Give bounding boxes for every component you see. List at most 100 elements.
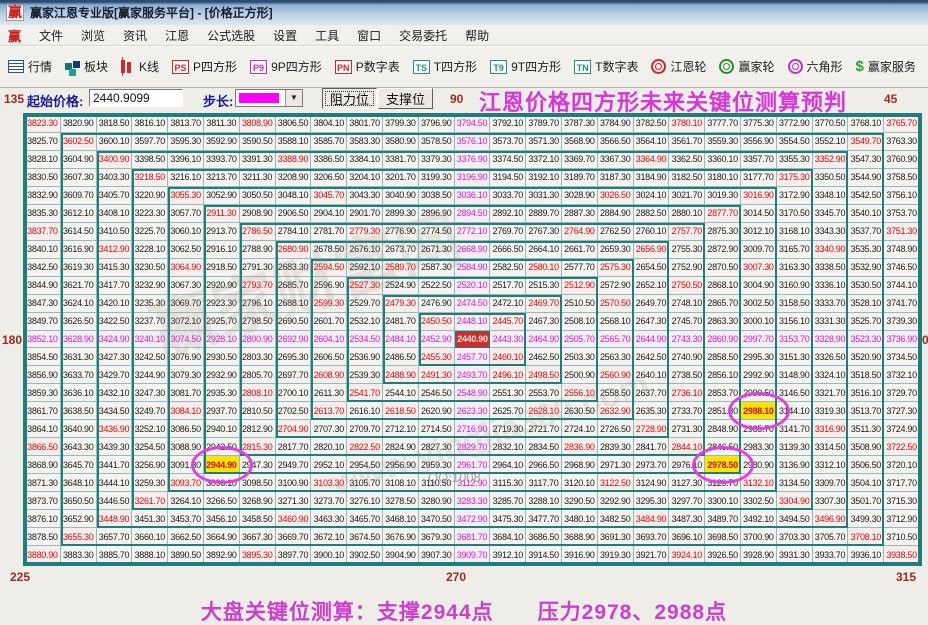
price-cell: 3837.70 xyxy=(25,222,61,241)
axis-label-0: 0 xyxy=(922,333,928,347)
toolbar-item[interactable]: T9 9T四方形 xyxy=(490,58,561,75)
axis-label-315: 315 xyxy=(896,570,917,584)
price-cell: 2640.10 xyxy=(633,366,670,385)
price-cell: 3348.10 xyxy=(812,186,849,205)
menu-item[interactable]: 窗口 xyxy=(357,27,381,44)
price-cell: 2908.90 xyxy=(239,204,276,223)
price-cell: 3784.90 xyxy=(597,115,634,133)
hexagon-icon xyxy=(787,59,803,74)
menu-item[interactable]: 工具 xyxy=(315,27,339,44)
menu-item[interactable]: 文件 xyxy=(39,27,63,44)
price-cell: 3513.70 xyxy=(848,402,885,421)
toolbar-item[interactable]: PN P数字表 xyxy=(334,58,400,75)
toolbar-item[interactable]: K线 xyxy=(121,57,159,76)
resistance-button[interactable]: 阻力位 xyxy=(322,88,377,109)
step-color-dropdown[interactable]: ▼ xyxy=(235,89,303,107)
price-cell: 2563.30 xyxy=(597,348,634,367)
toolbar-item[interactable]: 板块 xyxy=(65,58,109,76)
toolbar-item[interactable]: $ 赢家服务 xyxy=(856,58,916,75)
price-cell: 3376.90 xyxy=(454,150,491,169)
price-cell: 2940.10 xyxy=(203,420,240,439)
price-cell: 3129.70 xyxy=(705,474,741,493)
price-cell: 3254.50 xyxy=(132,438,169,457)
toolbar-item[interactable]: 行情 xyxy=(8,58,52,75)
price-cell: 3230.50 xyxy=(132,258,169,277)
toolbar-item-label: P数字表 xyxy=(355,60,400,74)
price-cell: 2510.50 xyxy=(561,294,598,313)
menu-item[interactable]: 江恩 xyxy=(165,27,189,44)
price-cell: 3487.30 xyxy=(669,510,706,529)
price-cell: 2976.10 xyxy=(669,456,706,475)
price-cell: 3052.90 xyxy=(203,186,240,205)
price-cell: 3156.10 xyxy=(776,312,813,331)
price-cell: 2779.30 xyxy=(347,222,383,241)
price-cell: 3321.70 xyxy=(812,384,849,403)
price-cell: 2776.90 xyxy=(382,222,419,241)
price-cell: 2988.10 xyxy=(740,402,777,421)
price-cell: 3393.70 xyxy=(203,150,240,169)
price-cell: 3045.70 xyxy=(311,186,348,205)
price-cell: 3362.50 xyxy=(669,150,706,169)
price-cell: 2558.50 xyxy=(597,384,634,403)
title-bar: 赢 赢家江恩专业版[赢家服务平台] - [价格正方形] xyxy=(0,0,928,25)
start-price-input[interactable] xyxy=(89,89,183,107)
price-cell: 3756.10 xyxy=(884,186,920,205)
price-cell: 2457.70 xyxy=(454,348,491,367)
toolbar-item[interactable]: P9 9P四方形 xyxy=(250,58,322,75)
price-cell: 3480.10 xyxy=(561,510,598,529)
support-button[interactable]: 支撑位 xyxy=(378,88,433,109)
menu-item[interactable]: 帮助 xyxy=(465,27,489,44)
price-cell: 3571.30 xyxy=(526,132,562,151)
toolbar-item-label: 板块 xyxy=(84,60,109,74)
toolbar-item[interactable]: 六角形 xyxy=(787,58,843,75)
menu-item[interactable]: 设置 xyxy=(273,27,297,44)
price-cell: 2460.10 xyxy=(490,348,527,367)
menu-item[interactable]: 公式选股 xyxy=(207,27,255,44)
toolbar-item[interactable]: 赢家轮 xyxy=(719,58,775,75)
menu-item[interactable]: 交易委托 xyxy=(399,27,447,44)
price-cell: 2592.10 xyxy=(347,258,383,277)
price-cell: 3849.70 xyxy=(25,312,61,331)
price-cell: 2524.90 xyxy=(382,276,419,295)
price-cell: 2467.30 xyxy=(526,312,562,331)
price-cell: 3496.90 xyxy=(812,510,849,529)
toolbar-item[interactable]: 江恩轮 xyxy=(651,58,706,75)
price-cell: 2745.70 xyxy=(669,312,706,331)
toolbar-item[interactable]: TN T数字表 xyxy=(574,58,638,75)
price-cell: 2529.70 xyxy=(347,294,383,313)
price-cell: 3470.50 xyxy=(418,510,455,529)
price-cell: 3112.90 xyxy=(454,474,491,493)
toolbar-item[interactable]: PS P四方形 xyxy=(172,58,237,75)
price-cell: 3172.90 xyxy=(776,186,813,205)
price-cell: 3804.10 xyxy=(311,115,348,133)
price-cell: 3360.10 xyxy=(705,150,741,169)
price-cell: 3866.50 xyxy=(25,438,61,457)
chevron-down-icon[interactable]: ▼ xyxy=(285,90,302,106)
price-cell: 3669.70 xyxy=(275,528,312,547)
price-cell: 3748.90 xyxy=(884,240,920,259)
price-cell: 3268.90 xyxy=(239,492,276,511)
price-cell: 3057.70 xyxy=(168,204,204,223)
menu-item[interactable]: 资讯 xyxy=(123,27,147,44)
price-cell: 3110.50 xyxy=(418,474,455,493)
price-cell: 3650.50 xyxy=(60,492,97,511)
price-cell: 3028.90 xyxy=(561,186,598,205)
price-cell: 3424.90 xyxy=(96,330,133,349)
price-cell: 2781.70 xyxy=(311,222,348,241)
toolbar-item-label: P四方形 xyxy=(193,60,238,74)
price-cell: 3244.90 xyxy=(132,366,169,385)
price-cell: 3103.30 xyxy=(311,474,348,493)
price-cell: 2952.10 xyxy=(311,456,348,475)
price-cell: 3912.10 xyxy=(490,546,527,564)
toolbar-item[interactable]: TS T四方形 xyxy=(412,58,477,75)
price-cell: 3724.90 xyxy=(884,420,920,439)
price-cell: 3876.10 xyxy=(25,510,61,529)
price-cell: 3660.10 xyxy=(132,528,169,547)
price-cell: 3542.50 xyxy=(848,186,885,205)
menu-item[interactable]: 浏览 xyxy=(81,27,105,44)
price-cell: 3523.30 xyxy=(848,330,885,349)
app-window: 赢 赢家江恩专业版[赢家服务平台] - [价格正方形] 赢 文件 浏览 资讯 江恩 公式… xyxy=(0,0,928,625)
price-cell: 3415.30 xyxy=(96,258,133,277)
price-cell: 3076.90 xyxy=(168,348,204,367)
price-cell: 3177.70 xyxy=(740,168,777,187)
